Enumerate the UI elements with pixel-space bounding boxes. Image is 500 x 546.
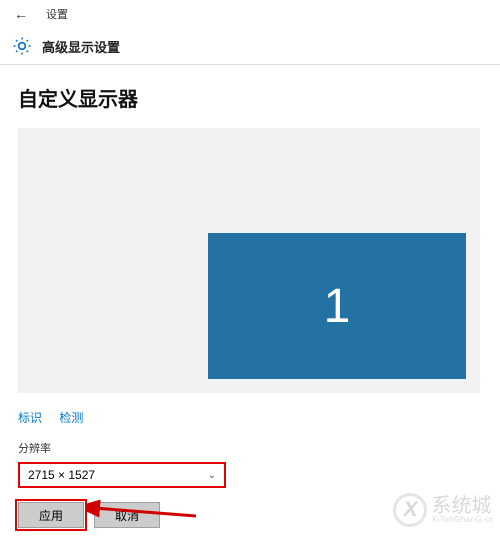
watermark-logo-icon: X: [393, 493, 427, 527]
resolution-label: 分辨率: [18, 440, 482, 456]
watermark-url: XiTonGhanG.cc: [431, 516, 494, 524]
action-links: 标识 检测: [18, 409, 482, 426]
content-area: 自定义显示器 1 标识 检测 分辨率 2715 × 1527 ⌄ 应用 取消: [0, 65, 500, 546]
identify-link[interactable]: 标识: [18, 411, 42, 425]
watermark-name: 系统城: [431, 496, 494, 516]
header: 高级显示设置: [0, 28, 500, 64]
header-title: 高级显示设置: [42, 37, 120, 56]
resolution-dropdown[interactable]: 2715 × 1527 ⌄: [18, 462, 226, 488]
titlebar: ← 设置: [0, 0, 500, 28]
monitor-number: 1: [324, 279, 351, 334]
monitor-1[interactable]: 1: [208, 233, 466, 379]
page-title: 自定义显示器: [18, 83, 482, 112]
apply-button[interactable]: 应用: [18, 502, 84, 528]
chevron-down-icon: ⌄: [208, 470, 216, 481]
resolution-value: 2715 × 1527: [28, 468, 95, 482]
watermark: X 系统城 XiTonGhanG.cc: [393, 493, 494, 527]
detect-link[interactable]: 检测: [59, 411, 83, 425]
cancel-button[interactable]: 取消: [94, 502, 160, 528]
monitor-preview-area: 1: [18, 128, 480, 393]
titlebar-label: 设置: [46, 6, 68, 22]
gear-icon: [12, 36, 32, 56]
back-icon[interactable]: ←: [14, 6, 28, 22]
